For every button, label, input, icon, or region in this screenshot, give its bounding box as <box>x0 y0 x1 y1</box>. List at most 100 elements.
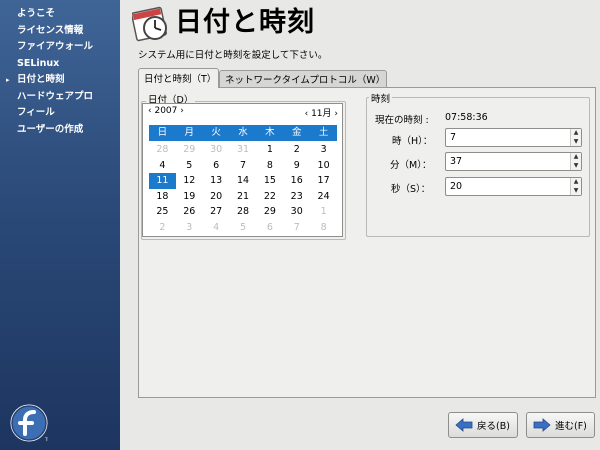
calendar-day[interactable]: 8 <box>310 220 337 236</box>
calendar-day[interactable]: 16 <box>283 173 310 189</box>
forward-button-label: 進む(F) <box>555 421 587 432</box>
sidebar-item-welcome: ようこそ <box>17 8 56 19</box>
calendar-day[interactable]: 18 <box>149 189 176 205</box>
calendar-day[interactable]: 28 <box>149 142 176 158</box>
calendar-day[interactable]: 26 <box>176 204 203 220</box>
calendar[interactable]: ‹ 2007 › ‹ 11月 › 日月火水木金土 28 29 30 31 1 2 3 4 5 6 7… <box>142 103 343 237</box>
second-label: 秒（S）： <box>391 184 431 195</box>
next-month-icon[interactable]: › <box>334 109 338 119</box>
calendar-day[interactable]: 6 <box>256 220 283 236</box>
calendar-day[interactable]: 28 <box>230 204 257 220</box>
calendar-day[interactable]: 3 <box>310 142 337 158</box>
sidebar-item-hardware-profile: ハードウェアプロ <box>17 90 94 102</box>
calendar-day[interactable]: 5 <box>176 158 203 174</box>
next-year-icon[interactable]: › <box>180 106 184 116</box>
sidebar-steps: ようこそ ライセンス情報 ファイアウォール SELinux ▸ 日付と時刻 ハー… <box>0 0 120 138</box>
arrow-right-icon <box>533 418 551 432</box>
year-label: 2007 <box>154 106 178 116</box>
prev-year-icon[interactable]: ‹ <box>148 106 152 116</box>
calendar-week-row: 4 5 6 7 8 9 10 <box>149 158 337 174</box>
weekday-header: 日月火水木金土 <box>149 125 337 141</box>
hour-value[interactable]: 7 <box>450 132 456 143</box>
calendar-day[interactable]: 14 <box>230 173 257 189</box>
minute-spinner[interactable]: 37 ▲ ▼ <box>445 152 582 171</box>
sidebar-item-hardware-profile-cont: フィール <box>17 107 55 118</box>
calendar-day[interactable]: 17 <box>310 173 337 189</box>
weekday-header-cell: 火 <box>211 127 221 138</box>
calendar-week-row: 18 19 20 21 22 23 24 <box>149 189 337 205</box>
tab-date-time[interactable]: 日付と時刻（T） <box>138 68 219 88</box>
calendar-day[interactable]: 29 <box>256 204 283 220</box>
calendar-day[interactable]: 12 <box>176 173 203 189</box>
second-value[interactable]: 20 <box>450 181 462 192</box>
calendar-day[interactable]: 7 <box>283 220 310 236</box>
second-spinner[interactable]: 20 ▲ ▼ <box>445 177 582 196</box>
calendar-day[interactable]: 9 <box>283 158 310 174</box>
calendar-day[interactable]: 25 <box>149 204 176 220</box>
hour-down-icon[interactable]: ▼ <box>571 138 581 147</box>
calendar-week-row: 11 12 13 14 15 16 17 <box>149 173 337 189</box>
calendar-day[interactable]: 4 <box>149 158 176 174</box>
back-button-label: 戻る(B) <box>477 421 510 432</box>
clock-calendar-icon <box>132 6 167 42</box>
calendar-day[interactable]: 10 <box>310 158 337 174</box>
calendar-day[interactable]: 4 <box>203 220 230 236</box>
prev-month-icon[interactable]: ‹ <box>305 109 309 119</box>
weekday-header-cell: 金 <box>291 127 302 138</box>
calendar-day[interactable]: 3 <box>176 220 203 236</box>
current-time-value: 07:58:36 <box>445 112 488 123</box>
month-label: 11月 <box>311 109 332 119</box>
forward-button[interactable]: 進む(F) <box>526 412 595 438</box>
calendar-day[interactable]: 1 <box>310 204 337 220</box>
calendar-day[interactable]: 19 <box>176 189 203 205</box>
calendar-day[interactable]: 7 <box>230 158 257 174</box>
calendar-day[interactable]: 8 <box>256 158 283 174</box>
calendar-day[interactable]: 13 <box>203 173 230 189</box>
calendar-week-row: 2345678 <box>149 220 337 236</box>
hour-up-icon[interactable]: ▲ <box>571 129 581 138</box>
minute-up-icon[interactable]: ▲ <box>571 153 581 162</box>
time-group-label: 時刻 <box>369 91 393 105</box>
second-down-icon[interactable]: ▼ <box>571 187 581 196</box>
svg-text:TM: TM <box>44 437 48 442</box>
fedora-logo-icon: TM <box>10 404 48 442</box>
back-button[interactable]: 戻る(B) <box>448 412 518 438</box>
minute-value[interactable]: 37 <box>450 156 462 167</box>
day-grid: 28 29 30 31 1 2 3 4 5 6 7 8 9 10 11 12 13 14 15 16 17 18 19 20 2… <box>149 142 337 235</box>
arrow-left-icon <box>455 418 473 432</box>
sidebar: ようこそ ライセンス情報 ファイアウォール SELinux ▸ 日付と時刻 ハー… <box>0 0 120 450</box>
calendar-day[interactable]: 15 <box>256 173 283 189</box>
year-selector[interactable]: ‹ 2007 › <box>148 106 184 116</box>
calendar-day[interactable]: 30 <box>203 142 230 158</box>
calendar-day[interactable]: 1 <box>256 142 283 158</box>
calendar-day-selected[interactable]: 11 <box>149 173 176 189</box>
calendar-day[interactable]: 27 <box>203 204 230 220</box>
calendar-day[interactable]: 30 <box>283 204 310 220</box>
second-up-icon[interactable]: ▲ <box>571 178 581 187</box>
calendar-day[interactable]: 21 <box>230 189 257 205</box>
page-title: 日付と時刻 <box>175 7 315 38</box>
calendar-day[interactable]: 29 <box>176 142 203 158</box>
calendar-day[interactable]: 2 <box>149 220 176 236</box>
minute-down-icon[interactable]: ▼ <box>571 162 581 171</box>
calendar-week-row: 28 29 30 31 1 2 3 <box>149 142 337 158</box>
calendar-day[interactable]: 23 <box>283 189 310 205</box>
calendar-day[interactable]: 2 <box>283 142 310 158</box>
sidebar-item-license: ライセンス情報 <box>17 24 84 36</box>
sidebar-item-date-time: ▸ 日付と時刻 <box>0 72 120 89</box>
calendar-day[interactable]: 22 <box>256 189 283 205</box>
weekday-header-cell: 月 <box>184 127 195 138</box>
sidebar-item-firewall: ファイアウォール <box>17 41 94 52</box>
calendar-day[interactable]: 5 <box>230 220 257 236</box>
weekday-header-cell: 水 <box>238 127 248 138</box>
hour-spinner[interactable]: 7 ▲ ▼ <box>445 128 582 147</box>
weekday-header-cell: 木 <box>265 127 275 138</box>
month-selector[interactable]: ‹ 11月 › <box>305 106 338 119</box>
calendar-day[interactable]: 31 <box>230 142 257 158</box>
tab-ntp[interactable]: ネットワークタイムプロトコル（W） <box>219 70 387 87</box>
calendar-day[interactable]: 6 <box>203 158 230 174</box>
calendar-day[interactable]: 24 <box>310 189 337 205</box>
calendar-day[interactable]: 20 <box>203 189 230 205</box>
current-time-label: 現在の時刻 : <box>375 115 429 126</box>
sidebar-item-selinux: SELinux <box>17 57 60 69</box>
